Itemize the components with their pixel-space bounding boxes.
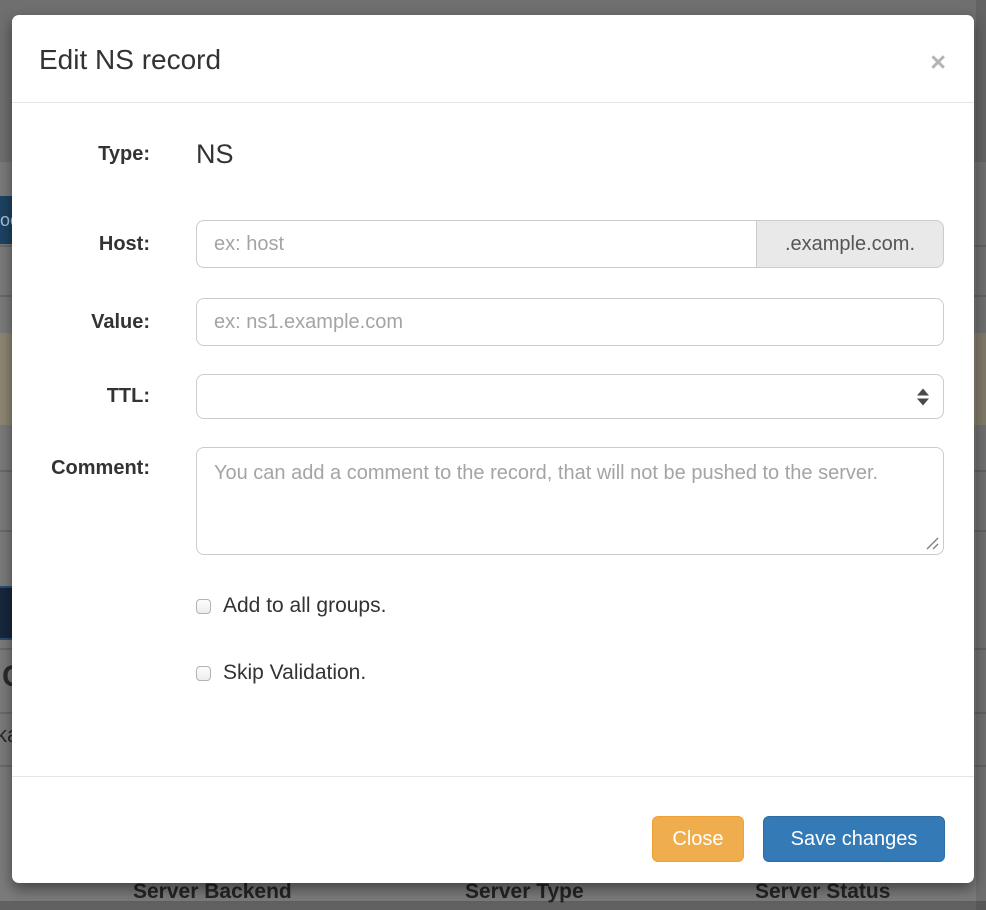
close-button[interactable]: Close [652,816,744,862]
close-icon[interactable]: × [930,49,946,76]
add-to-all-groups-row: Add to all groups. [196,593,974,619]
edit-ns-record-dialog: Edit NS record × Type: NS Host: .example… [12,15,974,883]
type-value: NS [196,139,234,169]
comment-row: Comment: [12,447,974,555]
background-column-header-server-type: Server Type [465,880,584,904]
background-right-shade [976,0,986,910]
value-label: Value: [12,311,196,334]
add-to-all-groups-checkbox[interactable] [196,599,211,614]
background-column-header-server-backend: Server Backend [133,880,292,904]
dialog-title: Edit NS record [39,44,221,76]
screen: oc C ka Server Backend Server Type Serve… [0,0,986,910]
type-row: Type: NS [12,133,974,175]
ttl-row: TTL: [12,374,974,419]
value-input[interactable] [196,298,944,346]
dialog-body: Type: NS Host: .example.com. Value: [12,103,974,776]
save-changes-button[interactable]: Save changes [763,816,945,862]
host-input[interactable] [196,220,757,268]
dialog-header: Edit NS record × [12,15,974,103]
type-label: Type: [12,143,196,166]
host-label: Host: [12,233,196,256]
host-row: Host: .example.com. [12,220,974,268]
comment-label: Comment: [12,447,196,480]
background-column-header-server-status: Server Status [755,880,890,904]
host-domain-addon: .example.com. [757,220,944,268]
skip-validation-label: Skip Validation. [223,661,366,685]
value-row: Value: [12,298,974,346]
comment-textarea[interactable] [196,447,944,555]
skip-validation-row: Skip Validation. [196,660,974,686]
ttl-select[interactable] [196,374,944,419]
skip-validation-checkbox[interactable] [196,666,211,681]
add-to-all-groups-label: Add to all groups. [223,594,386,618]
dialog-footer: Close Save changes [12,776,974,882]
ttl-label: TTL: [12,385,196,408]
